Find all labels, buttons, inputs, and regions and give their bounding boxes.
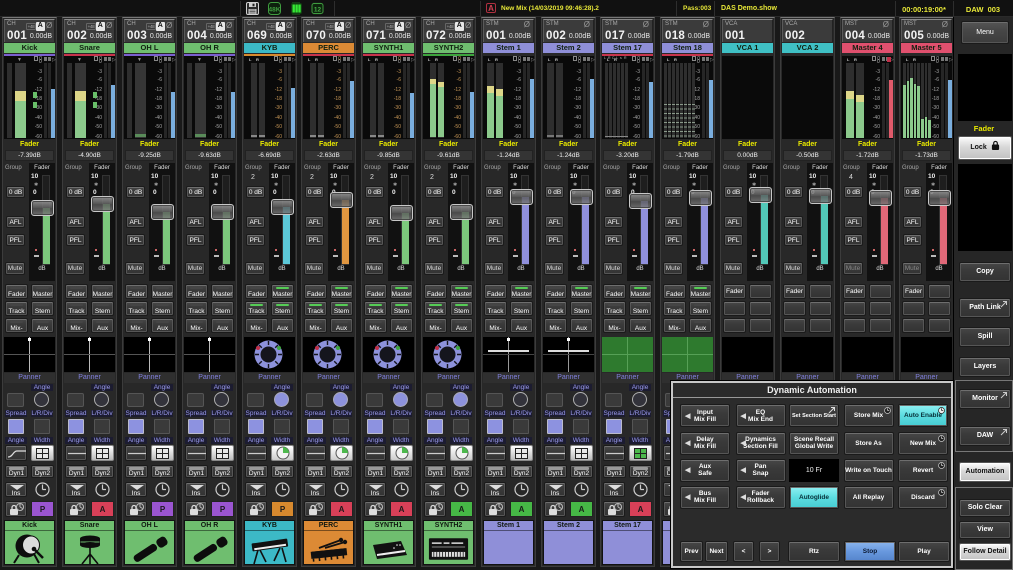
svg-text:48K: 48K xyxy=(269,7,281,14)
svg-text:12: 12 xyxy=(314,6,322,13)
